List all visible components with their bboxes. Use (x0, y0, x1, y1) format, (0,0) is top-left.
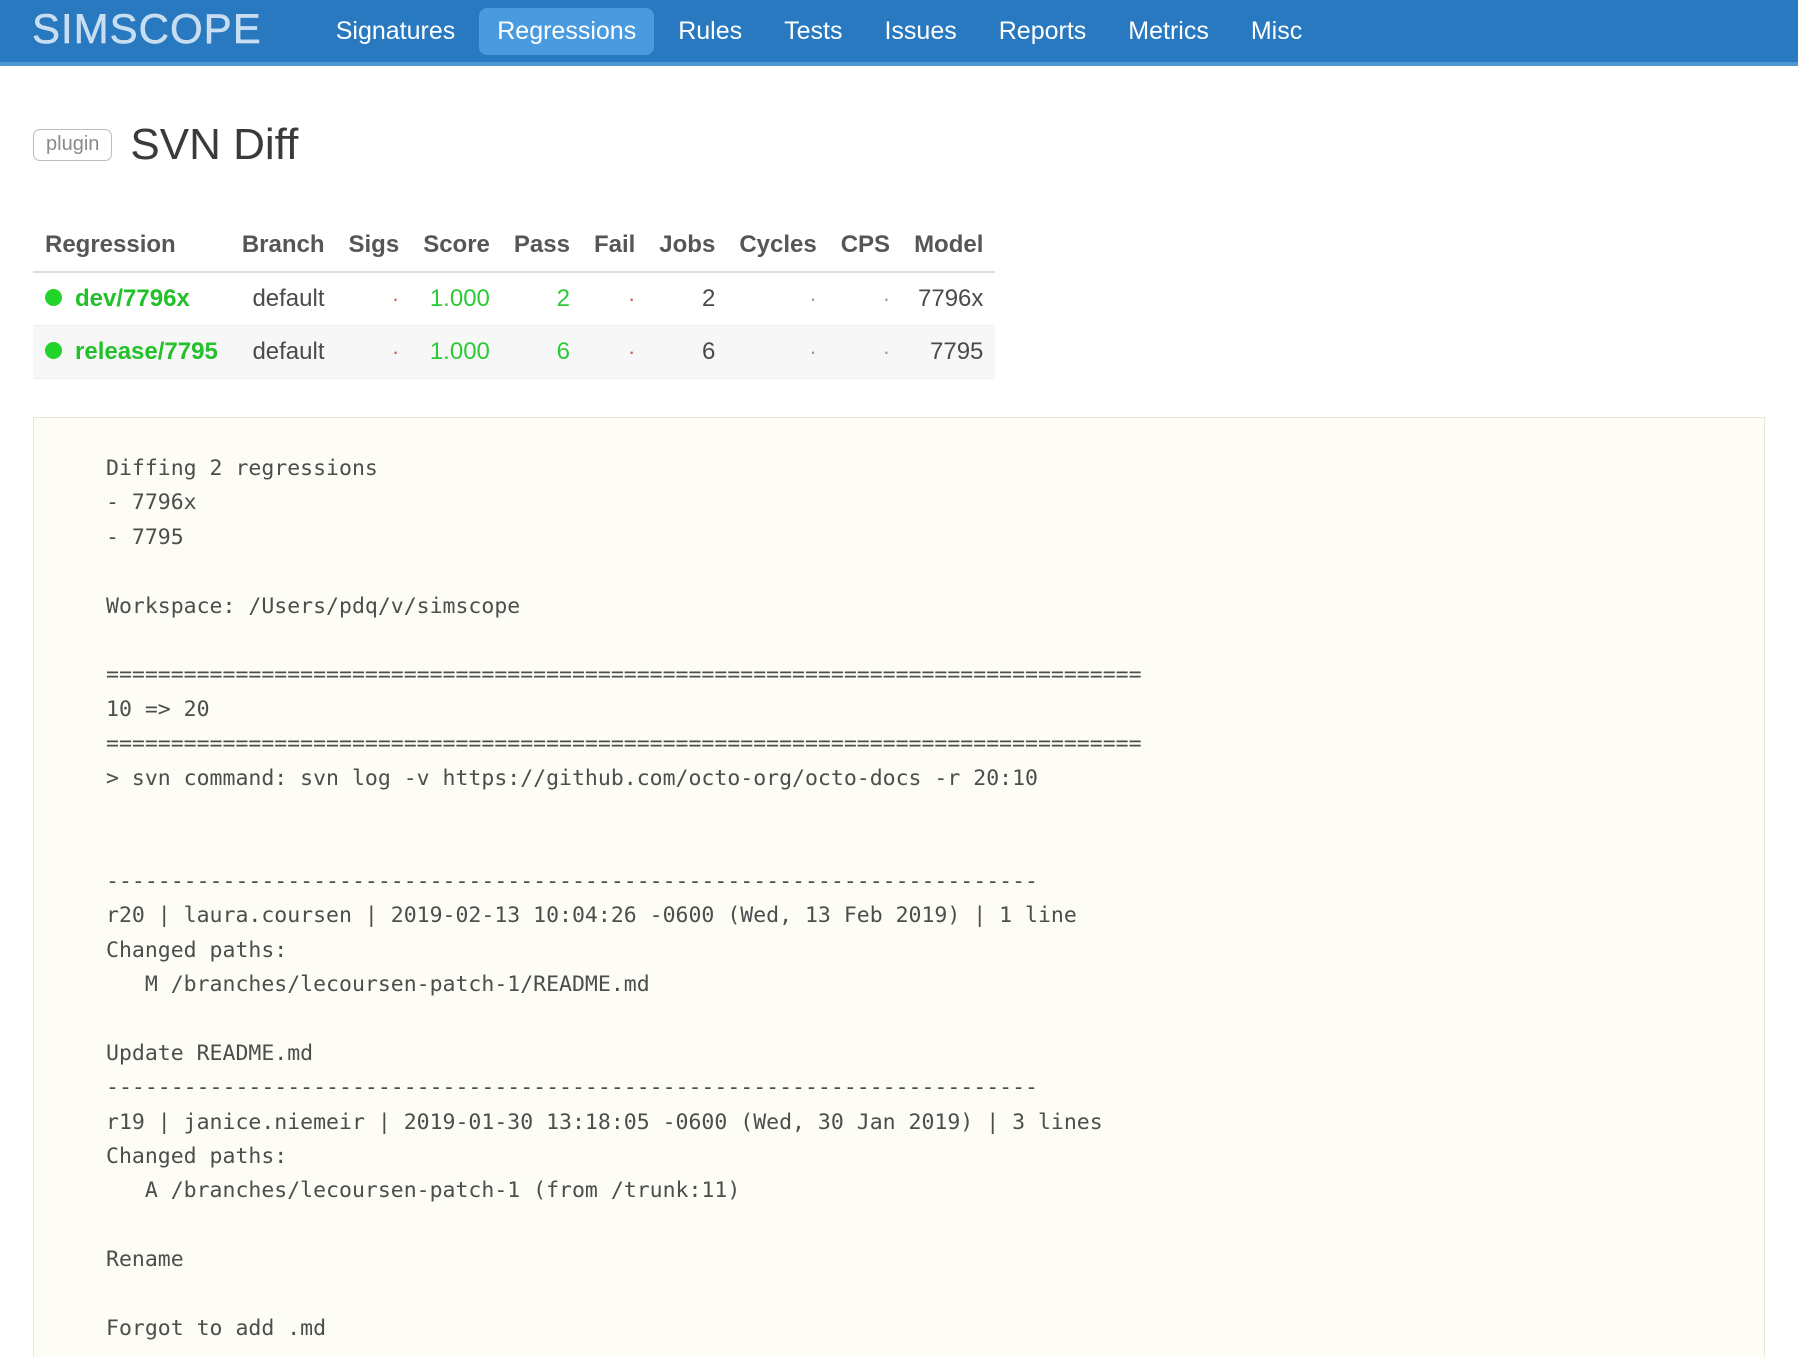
table-header-row: Regression Branch Sigs Score Pass Fail J… (33, 224, 996, 273)
page-title: SVN Diff (130, 120, 299, 170)
column-header-cycles[interactable]: Cycles (727, 224, 829, 273)
cell-cycles: · (727, 271, 829, 326)
cell-sigs: · (336, 325, 412, 379)
top-navigation-bar: SIMSCOPE Signatures Regressions Rules Te… (0, 0, 1798, 66)
cell-model: 7796x (902, 271, 996, 326)
nav-items: Signatures Regressions Rules Tests Issue… (318, 7, 1321, 55)
page-header: plugin SVN Diff (0, 66, 1798, 207)
cell-sigs: · (336, 271, 412, 326)
regression-link[interactable]: release/7795 (75, 338, 218, 365)
cell-fail: · (581, 271, 648, 326)
table-row[interactable]: release/7795 default · 1.000 6 · 6 · · 7… (33, 325, 996, 379)
nav-item-signatures[interactable]: Signatures (318, 8, 474, 55)
cell-cps: · (828, 271, 903, 326)
cell-pass: 2 (501, 271, 582, 326)
status-dot-icon (45, 288, 62, 306)
plugin-badge: plugin (33, 129, 113, 162)
cell-pass: 6 (501, 325, 582, 379)
nav-item-rules[interactable]: Rules (660, 8, 760, 55)
column-header-branch[interactable]: Branch (229, 224, 337, 273)
cell-jobs: 6 (647, 325, 728, 379)
nav-item-reports[interactable]: Reports (981, 8, 1105, 55)
app-logo[interactable]: SIMSCOPE (32, 7, 262, 54)
nav-item-issues[interactable]: Issues (866, 8, 974, 55)
column-header-cps[interactable]: CPS (828, 224, 903, 273)
cell-branch: default (229, 325, 337, 379)
status-dot-icon (45, 341, 62, 359)
column-header-score[interactable]: Score (411, 224, 502, 273)
cell-fail: · (581, 325, 648, 379)
nav-item-metrics[interactable]: Metrics (1110, 8, 1227, 55)
cell-regression: release/7795 (33, 325, 230, 379)
diff-output-text: Diffing 2 regressions - 7796x - 7795 Wor… (106, 455, 1142, 1342)
column-header-jobs[interactable]: Jobs (647, 224, 728, 273)
column-header-regression[interactable]: Regression (33, 224, 230, 273)
table-row[interactable]: dev/7796x default · 1.000 2 · 2 · · 7796… (33, 271, 996, 326)
cell-branch: default (229, 271, 337, 326)
nav-item-tests[interactable]: Tests (766, 8, 860, 55)
cell-score: 1.000 (411, 325, 502, 379)
cell-model: 7795 (902, 325, 996, 379)
diff-output-panel: Diffing 2 regressions - 7796x - 7795 Wor… (33, 416, 1765, 1357)
nav-item-regressions[interactable]: Regressions (479, 7, 655, 55)
column-header-model[interactable]: Model (902, 224, 996, 273)
cell-cycles: · (727, 325, 829, 379)
column-header-fail[interactable]: Fail (581, 224, 648, 273)
column-header-pass[interactable]: Pass (501, 224, 582, 273)
regression-table: Regression Branch Sigs Score Pass Fail J… (33, 224, 996, 379)
regression-table-wrapper: Regression Branch Sigs Score Pass Fail J… (0, 207, 1798, 379)
nav-item-misc[interactable]: Misc (1233, 8, 1320, 55)
cell-cps: · (828, 325, 903, 379)
cell-jobs: 2 (647, 271, 728, 326)
cell-score: 1.000 (411, 271, 502, 326)
regression-link[interactable]: dev/7796x (75, 285, 190, 312)
column-header-sigs[interactable]: Sigs (336, 224, 412, 273)
cell-regression: dev/7796x (33, 271, 230, 326)
